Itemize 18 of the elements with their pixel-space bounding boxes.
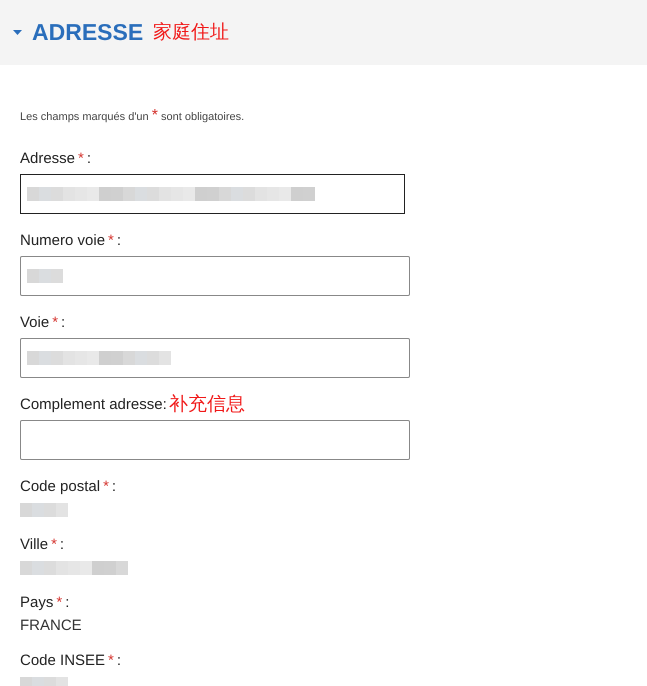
field-label: Voie * : <box>20 314 66 332</box>
field-label: Code postal * : <box>20 478 116 496</box>
field-label: Numero voie * : <box>20 232 122 250</box>
input-field[interactable] <box>20 174 405 214</box>
caret-icon[interactable] <box>13 30 22 36</box>
field-label: Adresse * : <box>20 150 92 168</box>
section-title: ADRESSE <box>32 19 144 46</box>
input-field[interactable] <box>20 256 410 296</box>
field-label: Ville * : <box>20 536 64 554</box>
annotation: 家庭住址 <box>153 23 230 42</box>
annotation: 补充信息 <box>168 395 245 414</box>
field-label: Code INSEE * : <box>20 652 122 670</box>
input-field[interactable] <box>20 338 410 378</box>
field-label: Complement adresse: <box>20 396 167 414</box>
input-field[interactable] <box>20 420 410 460</box>
field-label: Pays * : <box>20 594 70 612</box>
required-notice: Les champs marqués d'un * sont obligatoires. <box>20 109 246 124</box>
field-value: FRANCE <box>20 617 83 635</box>
